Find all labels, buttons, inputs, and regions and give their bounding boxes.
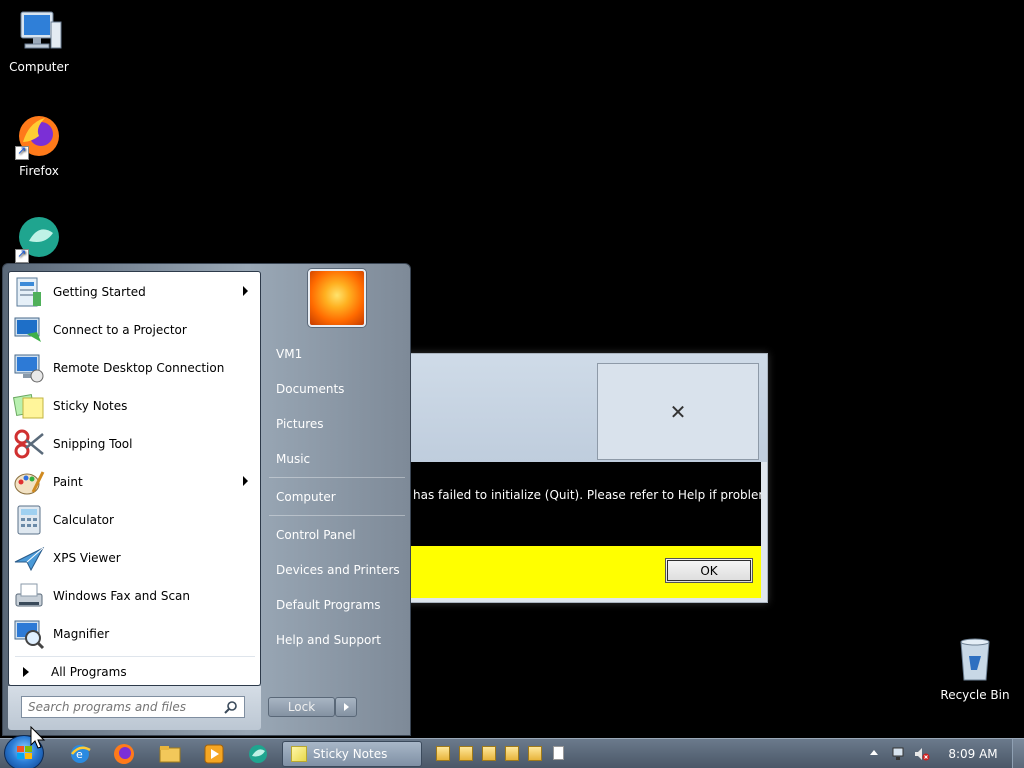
note-icon[interactable]	[482, 746, 496, 761]
media-player-icon[interactable]	[202, 742, 226, 766]
right-item-pictures[interactable]: Pictures	[269, 409, 405, 439]
ok-button[interactable]: OK	[665, 558, 753, 583]
desktop-icon-label: Recycle Bin	[940, 688, 1010, 702]
desktop-icon-computer[interactable]: Computer	[0, 8, 78, 74]
fax-scan-icon	[13, 580, 45, 612]
program-label: Magnifier	[53, 627, 110, 641]
dialog-footer: OK	[387, 546, 761, 598]
folder-icon[interactable]	[158, 742, 182, 766]
desktop-icon-firefox[interactable]: Firefox	[0, 112, 78, 178]
desktop-icon-recycle-bin[interactable]: Recycle Bin	[936, 636, 1014, 702]
program-calculator[interactable]: Calculator	[13, 502, 258, 538]
program-magnifier[interactable]: Magnifier	[13, 616, 258, 652]
all-programs-button[interactable]: All Programs	[15, 661, 255, 683]
program-label: Sticky Notes	[53, 399, 128, 413]
dialog-close-button[interactable]: ✕	[597, 363, 759, 460]
all-programs-label: All Programs	[51, 665, 127, 679]
volume-muted-icon[interactable]	[914, 747, 930, 761]
search-box[interactable]	[21, 696, 245, 718]
magnifier-icon	[13, 618, 45, 650]
program-label: Calculator	[53, 513, 114, 527]
firefox-icon[interactable]	[112, 742, 136, 766]
app-globe-icon[interactable]	[246, 742, 270, 766]
program-label: Paint	[53, 475, 83, 489]
document-icon[interactable]	[553, 746, 564, 760]
program-getting-started[interactable]: Getting Started	[13, 274, 258, 310]
programs-separator	[15, 656, 255, 657]
calculator-icon	[13, 504, 45, 536]
computer-icon	[15, 8, 63, 56]
right-item-music[interactable]: Music	[269, 444, 405, 474]
program-sticky-notes[interactable]: Sticky Notes	[12, 388, 258, 424]
close-icon: ✕	[669, 399, 687, 424]
mouse-cursor-icon	[30, 726, 46, 749]
desktop-icon-app[interactable]	[0, 215, 78, 267]
start-menu: Getting Started Connect to a Projector R…	[2, 263, 411, 736]
show-hidden-icons-icon[interactable]	[870, 750, 878, 755]
program-label: Getting Started	[53, 285, 146, 299]
taskbar-task-label: Sticky Notes	[313, 747, 388, 761]
internet-explorer-icon[interactable]: e	[68, 742, 92, 766]
getting-started-icon	[13, 276, 45, 308]
desktop-icon-label: Firefox	[19, 164, 59, 178]
right-item-computer[interactable]: Computer	[269, 482, 405, 512]
program-xps-viewer[interactable]: XPS Viewer	[13, 540, 258, 576]
program-label: XPS Viewer	[53, 551, 121, 565]
dialog-message: has failed to initialize (Quit). Please …	[387, 462, 761, 546]
program-remote-desktop[interactable]: Remote Desktop Connection	[13, 350, 258, 386]
clock[interactable]: 8:09 AM	[940, 739, 1006, 768]
search-area	[8, 686, 261, 730]
search-input[interactable]	[28, 700, 218, 714]
right-separator	[269, 515, 405, 516]
right-item-control-panel[interactable]: Control Panel	[269, 520, 405, 550]
programs-pane: Getting Started Connect to a Projector R…	[8, 271, 261, 686]
program-windows-fax-scan[interactable]: Windows Fax and Scan	[13, 578, 258, 614]
search-icon[interactable]	[224, 700, 238, 714]
snipping-tool-icon	[13, 428, 45, 460]
sticky-notes-icon	[12, 390, 45, 422]
program-connect-to-projector[interactable]: Connect to a Projector	[13, 312, 258, 348]
right-item-devices-printers[interactable]: Devices and Printers	[269, 555, 405, 585]
projector-icon	[13, 314, 45, 346]
remote-desktop-icon	[13, 352, 45, 384]
right-item-user[interactable]: VM1	[269, 339, 405, 369]
recycle-bin-icon	[951, 636, 999, 684]
right-item-help-support[interactable]: Help and Support	[269, 625, 405, 655]
program-snipping-tool[interactable]: Snipping Tool	[13, 426, 258, 462]
right-separator	[269, 477, 405, 478]
user-picture[interactable]	[308, 269, 366, 327]
right-item-default-programs[interactable]: Default Programs	[269, 590, 405, 620]
note-icon[interactable]	[459, 746, 473, 761]
xps-viewer-icon	[13, 542, 45, 574]
all-programs-arrow-icon	[23, 667, 29, 677]
program-label: Remote Desktop Connection	[53, 361, 225, 375]
show-desktop-button[interactable]	[1012, 739, 1024, 768]
program-label: Connect to a Projector	[53, 323, 187, 337]
desktop-icon-label: Computer	[9, 60, 69, 74]
taskbar: e Sticky Notes 8:09 AM	[0, 735, 1024, 768]
submenu-arrow-icon[interactable]	[243, 286, 248, 296]
program-label: Snipping Tool	[53, 437, 133, 451]
paint-icon	[13, 466, 45, 498]
taskbar-sticky-notes[interactable]: Sticky Notes	[282, 741, 422, 767]
firefox-icon	[15, 112, 63, 160]
shortcut-arrow-icon	[15, 144, 29, 160]
dialog-titlebar: ✕	[381, 354, 767, 462]
note-icon[interactable]	[505, 746, 519, 761]
right-item-documents[interactable]: Documents	[269, 374, 405, 404]
note-icon[interactable]	[528, 746, 542, 761]
lock-button[interactable]: Lock	[268, 697, 335, 717]
error-dialog: ✕ has failed to initialize (Quit). Pleas…	[380, 353, 768, 603]
program-label: Windows Fax and Scan	[53, 589, 191, 603]
network-icon[interactable]	[892, 747, 908, 761]
shortcut-arrow-icon	[15, 247, 29, 263]
app-globe-icon	[15, 215, 63, 263]
sticky-notes-icon	[291, 746, 307, 762]
svg-text:e: e	[76, 748, 83, 761]
submenu-arrow-icon[interactable]	[243, 476, 248, 486]
note-icon[interactable]	[436, 746, 450, 761]
program-paint[interactable]: Paint	[13, 464, 258, 500]
shutdown-options-arrow-icon[interactable]	[335, 697, 357, 717]
